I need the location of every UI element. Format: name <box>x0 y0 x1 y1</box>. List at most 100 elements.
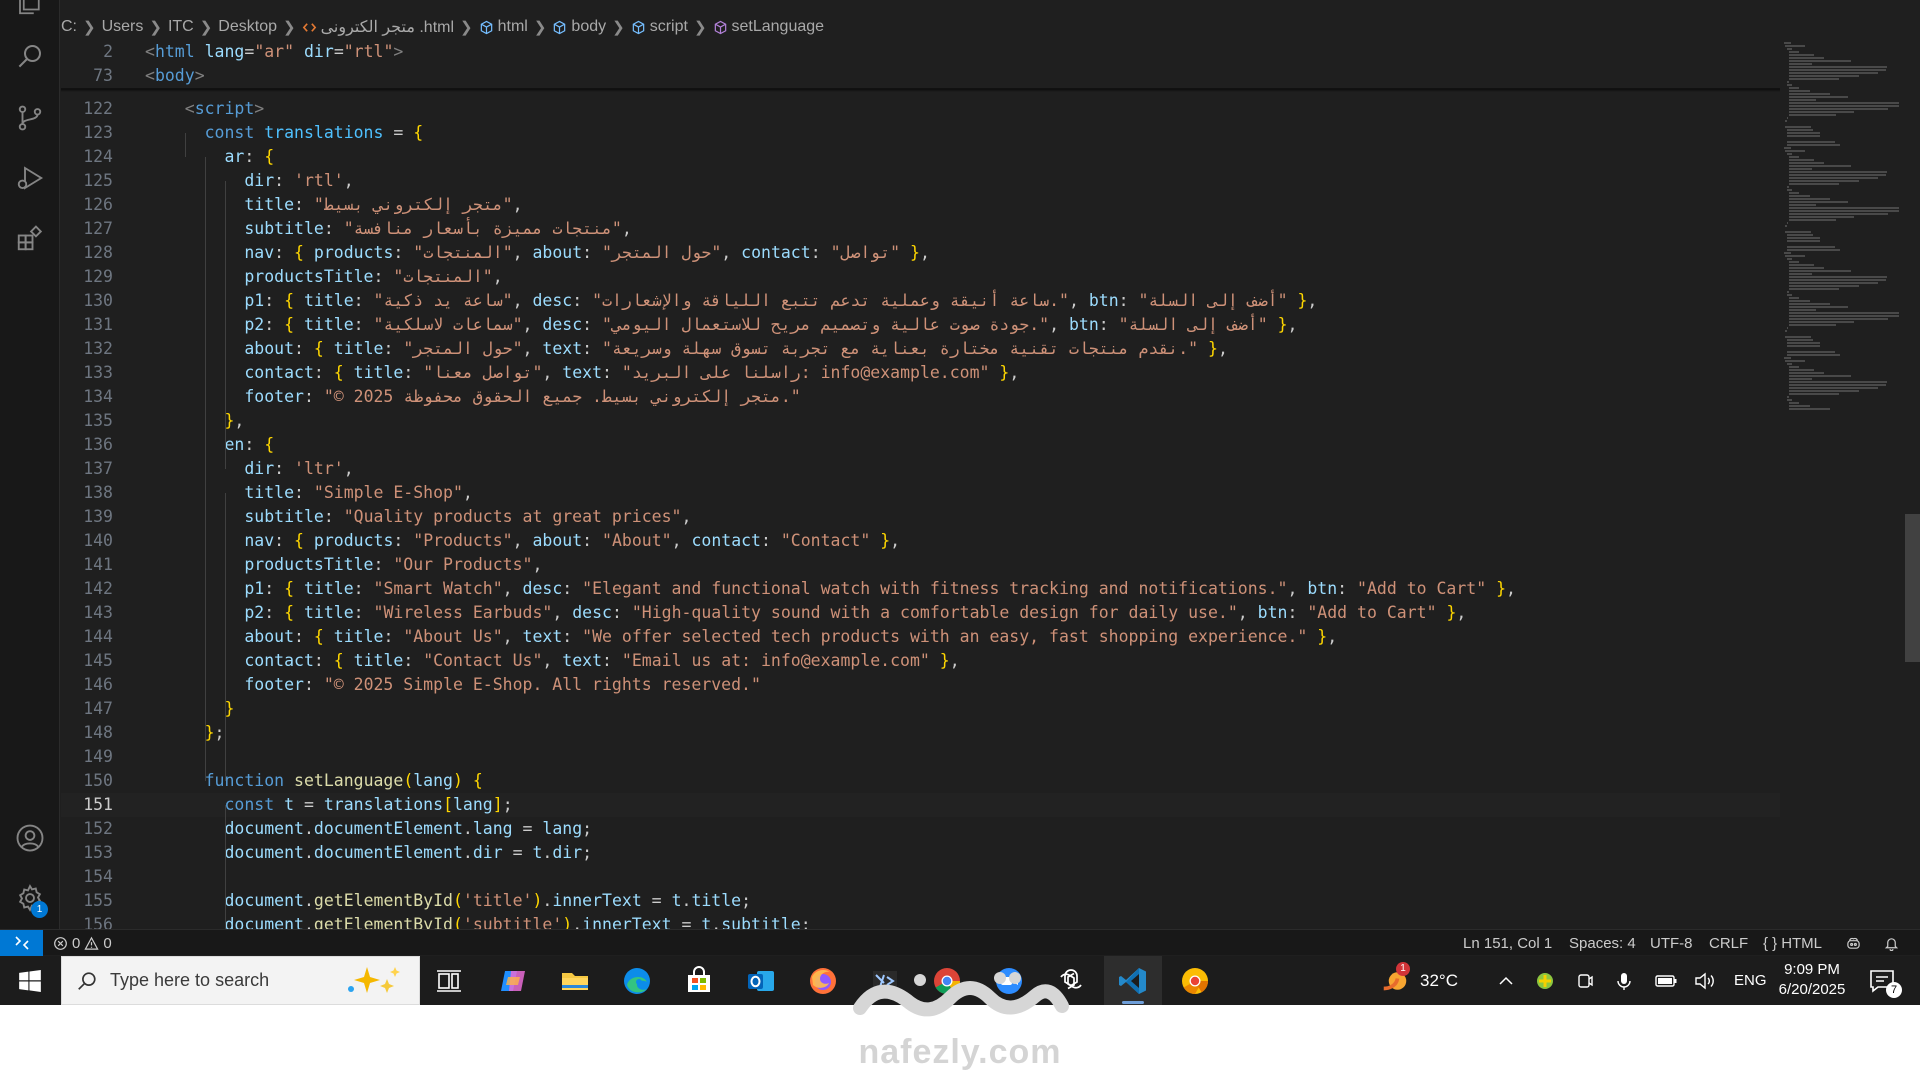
warning-icon <box>84 936 99 950</box>
taskbar-vscode[interactable] <box>1104 956 1162 1005</box>
breadcrumb-symbol-script[interactable]: script <box>631 18 688 36</box>
taskbar-microsoft-store[interactable] <box>670 956 728 1005</box>
tray-battery[interactable] <box>1654 956 1678 1005</box>
language-mode-selector[interactable]: { } HTML <box>1763 930 1822 956</box>
code-line[interactable]: 149 <box>61 745 1780 769</box>
indent-guide <box>224 805 226 929</box>
bell-icon <box>1884 937 1899 951</box>
minimap-line <box>1789 324 1836 326</box>
remote-indicator-button[interactable] <box>0 930 43 956</box>
code-line[interactable]: 137 dir: 'ltr', <box>61 457 1780 481</box>
indentation-selector[interactable]: Spaces: 4 <box>1569 930 1636 956</box>
tray-volume[interactable] <box>1693 956 1717 1005</box>
code-line[interactable]: 148 }; <box>61 721 1780 745</box>
breadcrumb-drive[interactable]: C: <box>61 18 77 36</box>
code-line[interactable]: 126 title: "متجر إلكتروني بسيط", <box>61 193 1780 217</box>
cursor-position[interactable]: Ln 151, Col 1 <box>1463 930 1552 956</box>
breadcrumb-file[interactable]: متجر الكترونى .html <box>302 17 454 37</box>
weather-alert-badge: 1 <box>1396 961 1410 976</box>
code-line[interactable]: 123 const translations = { <box>61 121 1780 145</box>
code-line[interactable]: 128 nav: { products: "المنتجات", about: … <box>61 241 1780 265</box>
copilot-status-button[interactable] <box>1846 930 1861 956</box>
taskbar-file-explorer[interactable] <box>546 956 604 1005</box>
code-line[interactable]: 143 p2: { title: "Wireless Earbuds", des… <box>61 601 1780 625</box>
taskbar-chrome-canary[interactable] <box>1166 956 1224 1005</box>
code-line[interactable]: 153 document.documentElement.dir = t.dir… <box>61 841 1780 865</box>
taskbar-task-view[interactable] <box>420 956 478 1005</box>
code-editor[interactable]: 2 <html lang="ar" dir="rtl"> 73 <body> 122 <… <box>61 40 1780 929</box>
code-line[interactable]: 139 subtitle: "Quality products at great… <box>61 505 1780 529</box>
code-line[interactable]: 133 contact: { title: "تواصل معنا", text… <box>61 361 1780 385</box>
explorer-icon[interactable] <box>14 0 46 18</box>
code-line[interactable]: 154 <box>61 865 1780 889</box>
search-icon[interactable] <box>14 40 46 72</box>
breadcrumb-symbol-setlanguage[interactable]: setLanguage <box>713 18 824 36</box>
line-number: 136 <box>83 435 113 454</box>
minimap-line <box>1787 144 1841 146</box>
code-line[interactable]: 145 contact: { title: "Contact Us", text… <box>61 649 1780 673</box>
source-control-icon[interactable] <box>14 102 46 134</box>
code-line[interactable]: 134 footer: "© 2025 متجر إلكتروني بسيط. … <box>61 385 1780 409</box>
minimap-line <box>1789 204 1816 206</box>
editor-scrollbar[interactable] <box>1905 40 1920 929</box>
code-line[interactable]: 146 footer: "© 2025 Simple E-Shop. All r… <box>61 673 1780 697</box>
taskbar-clock[interactable]: 9:09 PM 6/20/2025 <box>1762 960 1862 1000</box>
line-number: 155 <box>83 891 113 910</box>
code-line[interactable]: 129 productsTitle: "المنتجات", <box>61 265 1780 289</box>
code-line[interactable]: 141 productsTitle: "Our Products", <box>61 553 1780 577</box>
taskbar-copilot[interactable] <box>484 956 542 1005</box>
taskbar-firefox[interactable] <box>794 956 852 1005</box>
taskbar-edge[interactable] <box>608 956 666 1005</box>
code-line[interactable]: 2 <html lang="ar" dir="rtl"> <box>61 40 1780 64</box>
code-line[interactable]: 131 p2: { title: "سماعات لاسلكية", desc:… <box>61 313 1780 337</box>
code-line[interactable]: 73 <body> <box>61 64 1780 88</box>
code-line[interactable]: 127 subtitle: "منتجات مميزة بأسعار منافس… <box>61 217 1780 241</box>
code-line[interactable]: 135 }, <box>61 409 1780 433</box>
minimap-line <box>1783 42 1791 44</box>
code-line[interactable]: 155 document.getElementById('title').inn… <box>61 889 1780 913</box>
code-line[interactable]: 122 <script> <box>61 97 1780 121</box>
code-line[interactable]: 147 } <box>61 697 1780 721</box>
eol-selector[interactable]: CRLF <box>1709 930 1748 956</box>
settings-icon[interactable]: 1 <box>14 882 48 918</box>
code-line[interactable]: 130 p1: { title: "ساعة يد ذكية", desc: "… <box>61 289 1780 313</box>
code-line[interactable]: 136 en: { <box>61 433 1780 457</box>
breadcrumb-symbol-html[interactable]: html <box>479 18 528 36</box>
problems-indicator[interactable]: 0 0 <box>53 930 112 956</box>
code-line[interactable]: 156 document.getElementById('subtitle').… <box>61 913 1780 929</box>
minimap[interactable] <box>1780 40 1904 420</box>
tray-app-icon[interactable] <box>1535 956 1555 1005</box>
start-button[interactable] <box>12 964 48 998</box>
code-line[interactable]: 152 document.documentElement.lang = lang… <box>61 817 1780 841</box>
minimap-line <box>1785 45 1806 47</box>
code-line[interactable]: 132 about: { title: "حول المتجر", text: … <box>61 337 1780 361</box>
code-line[interactable]: 150 function setLanguage(lang) { <box>61 769 1780 793</box>
extensions-icon[interactable] <box>14 222 46 254</box>
taskbar-outlook[interactable] <box>732 956 790 1005</box>
tray-meet-now[interactable] <box>1575 956 1595 1005</box>
encoding-selector[interactable]: UTF-8 <box>1650 930 1693 956</box>
code-line[interactable]: 125 dir: 'rtl', <box>61 169 1780 193</box>
tray-overflow-button[interactable] <box>1496 956 1516 1005</box>
breadcrumb-itc[interactable]: ITC <box>168 18 194 36</box>
taskbar-search-box[interactable]: Type here to search <box>61 956 420 1005</box>
line-number: 73 <box>93 66 113 85</box>
account-icon[interactable] <box>14 822 46 854</box>
breadcrumb-symbol-body[interactable]: body <box>552 18 606 36</box>
breadcrumb-users[interactable]: Users <box>102 18 144 36</box>
minimap-line <box>1789 288 1840 290</box>
code-text: dir: 'rtl', <box>244 171 354 190</box>
code-line[interactable]: 142 p1: { title: "Smart Watch", desc: "E… <box>61 577 1780 601</box>
code-line[interactable]: 124 ar: { <box>61 145 1780 169</box>
code-line[interactable]: 140 nav: { products: "Products", about: … <box>61 529 1780 553</box>
code-line[interactable]: 138 title: "Simple E-Shop", <box>61 481 1780 505</box>
minimap-line <box>1789 300 1810 302</box>
scrollbar-thumb[interactable] <box>1905 514 1920 662</box>
tray-microphone[interactable] <box>1614 956 1634 1005</box>
notifications-button[interactable] <box>1884 930 1899 956</box>
code-line[interactable]: 144 about: { title: "About Us", text: "W… <box>61 625 1780 649</box>
code-line[interactable]: 151 const t = translations[lang]; <box>61 793 1780 817</box>
breadcrumb-desktop[interactable]: Desktop <box>218 18 277 36</box>
weather-widget[interactable]: 1 32°C <box>1380 956 1458 1005</box>
run-debug-icon[interactable] <box>14 162 46 194</box>
